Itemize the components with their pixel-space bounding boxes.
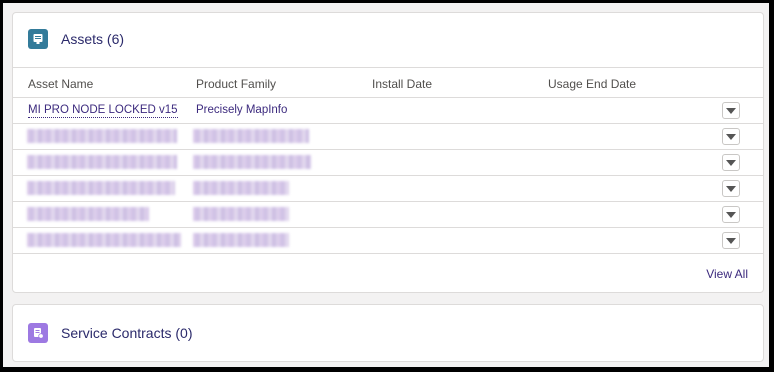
column-header-product-family[interactable]: Product Family	[196, 77, 276, 91]
asset-icon	[28, 29, 48, 49]
assets-card-title[interactable]: Assets (6)	[61, 31, 124, 47]
row-actions-button[interactable]	[722, 232, 740, 249]
table-row	[13, 202, 763, 228]
redacted-asset-name[interactable]	[27, 233, 181, 247]
row-actions-button[interactable]	[722, 128, 740, 145]
column-header-install-date[interactable]: Install Date	[372, 77, 432, 91]
table-row	[13, 228, 763, 254]
redacted-product-family	[193, 181, 289, 195]
asset-name-cell: MI PRO NODE LOCKED v15	[28, 104, 178, 118]
table-row	[13, 150, 763, 176]
product-family-cell: Precisely MapInfo	[196, 104, 288, 116]
service-contracts-card-header: Service Contracts (0)	[28, 323, 192, 343]
redacted-product-family	[193, 233, 289, 247]
column-header-usage-end-date[interactable]: Usage End Date	[548, 77, 636, 91]
table-row	[13, 124, 763, 150]
service-contracts-card-title[interactable]: Service Contracts (0)	[61, 325, 192, 341]
table-row	[13, 176, 763, 202]
chevron-down-icon	[726, 237, 736, 244]
row-actions-button[interactable]	[722, 154, 740, 171]
row-actions-button[interactable]	[722, 102, 740, 119]
row-actions-button[interactable]	[722, 206, 740, 223]
assets-card: Assets (6) Asset Name Product Family Ins…	[12, 12, 764, 293]
asset-name-link[interactable]: MI PRO NODE LOCKED v15	[28, 104, 178, 118]
chevron-down-icon	[726, 185, 736, 192]
column-header-asset-name[interactable]: Asset Name	[28, 77, 93, 91]
redacted-asset-name[interactable]	[27, 155, 177, 169]
assets-card-header: Assets (6)	[28, 29, 124, 49]
chevron-down-icon	[726, 211, 736, 218]
service-contract-icon	[28, 323, 48, 343]
chevron-down-icon	[726, 159, 736, 166]
service-contracts-card: Service Contracts (0)	[12, 304, 764, 362]
redacted-asset-name[interactable]	[27, 129, 177, 143]
view-all-link[interactable]: View All	[706, 267, 748, 281]
table-row: MI PRO NODE LOCKED v15 Precisely MapInfo	[13, 98, 763, 124]
chevron-down-icon	[726, 133, 736, 140]
redacted-asset-name[interactable]	[27, 181, 175, 195]
chevron-down-icon	[726, 107, 736, 114]
window-frame: Assets (6) Asset Name Product Family Ins…	[0, 0, 774, 372]
redacted-asset-name[interactable]	[27, 207, 149, 221]
redacted-product-family	[193, 129, 309, 143]
redacted-product-family	[193, 207, 289, 221]
assets-table-body: MI PRO NODE LOCKED v15 Precisely MapInfo	[13, 98, 763, 254]
redacted-product-family	[193, 155, 311, 169]
assets-table-header: Asset Name Product Family Install Date U…	[13, 67, 763, 98]
row-actions-button[interactable]	[722, 180, 740, 197]
